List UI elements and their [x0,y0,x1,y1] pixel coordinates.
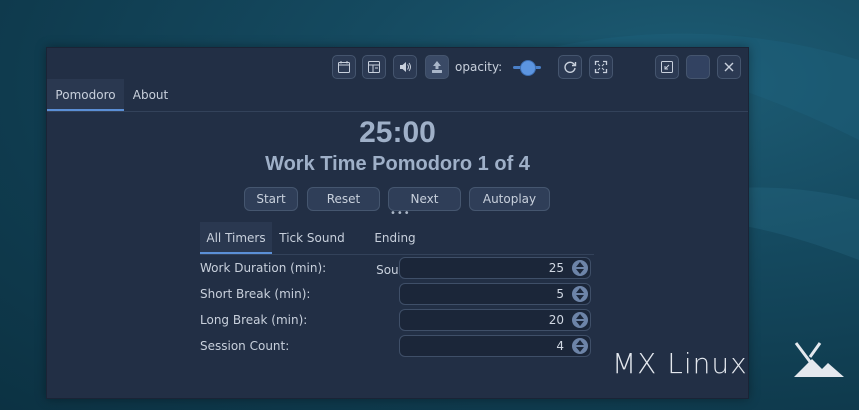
short-break-label: Short Break (min): [200,287,311,301]
opacity-slider[interactable] [513,59,541,76]
session-count-value: 4 [556,339,564,353]
tab-all-timers[interactable]: All Timers [200,222,272,254]
fullscreen-button[interactable] [589,55,613,79]
splitter-handle[interactable]: ••• [390,209,410,219]
session-count-label: Session Count: [200,339,290,353]
session-count-spinbox[interactable]: 4 [399,335,591,357]
settings-tabs: All Timers Tick Sound Ending Sound [200,222,594,277]
spin-arrows-icon[interactable] [572,312,588,328]
long-break-label: Long Break (min): [200,313,308,327]
minimize-icon [691,60,705,74]
minimize-button[interactable] [686,55,710,79]
tab-tick-sound[interactable]: Tick Sound [276,222,348,253]
close-icon [724,62,734,72]
pin-top-button[interactable] [425,55,449,79]
work-duration-label: Work Duration (min): [200,261,327,275]
spin-arrows-icon[interactable] [572,338,588,354]
close-button[interactable] [717,55,741,79]
spin-arrows-icon[interactable] [572,260,588,276]
fullscreen-icon [594,60,608,74]
tab-about[interactable]: About [124,79,177,110]
opacity-slider-knob[interactable] [520,60,536,76]
long-break-value: 20 [548,313,564,327]
speaker-icon [400,62,411,72]
layout-button[interactable] [362,55,386,79]
tab-pomodoro[interactable]: Pomodoro [47,79,124,111]
restore-icon [661,61,673,73]
refresh-icon [564,61,577,73]
spin-arrows-icon[interactable] [572,286,588,302]
long-break-spinbox[interactable]: 20 [399,309,591,331]
timer-display: 25:00 [359,116,436,149]
main-tabs: Pomodoro About [47,79,748,112]
calendar-button[interactable] [332,55,356,79]
sound-button[interactable] [393,55,417,79]
short-break-value: 5 [556,287,564,301]
refresh-button[interactable] [558,55,582,79]
work-duration-value: 25 [548,261,564,275]
start-button[interactable]: Start [244,187,298,211]
logo-text: MX Linux [612,347,748,380]
layout-icon [368,61,380,73]
restore-button[interactable] [655,55,679,79]
work-duration-spinbox[interactable]: 25 [399,257,591,279]
mx-linux-logo: MX Linux [612,342,852,385]
mx-logo-icon [794,342,844,377]
autoplay-button[interactable]: Autoplay [469,187,550,211]
reset-button[interactable]: Reset [307,187,380,211]
timer-status: Work Time Pomodoro 1 of 4 [265,153,530,175]
short-break-spinbox[interactable]: 5 [399,283,591,305]
calendar-icon [338,61,350,73]
tab-ending-sound[interactable]: Ending Sound [354,222,436,277]
pin-top-icon [432,61,442,73]
opacity-label: opacity: [455,60,503,74]
